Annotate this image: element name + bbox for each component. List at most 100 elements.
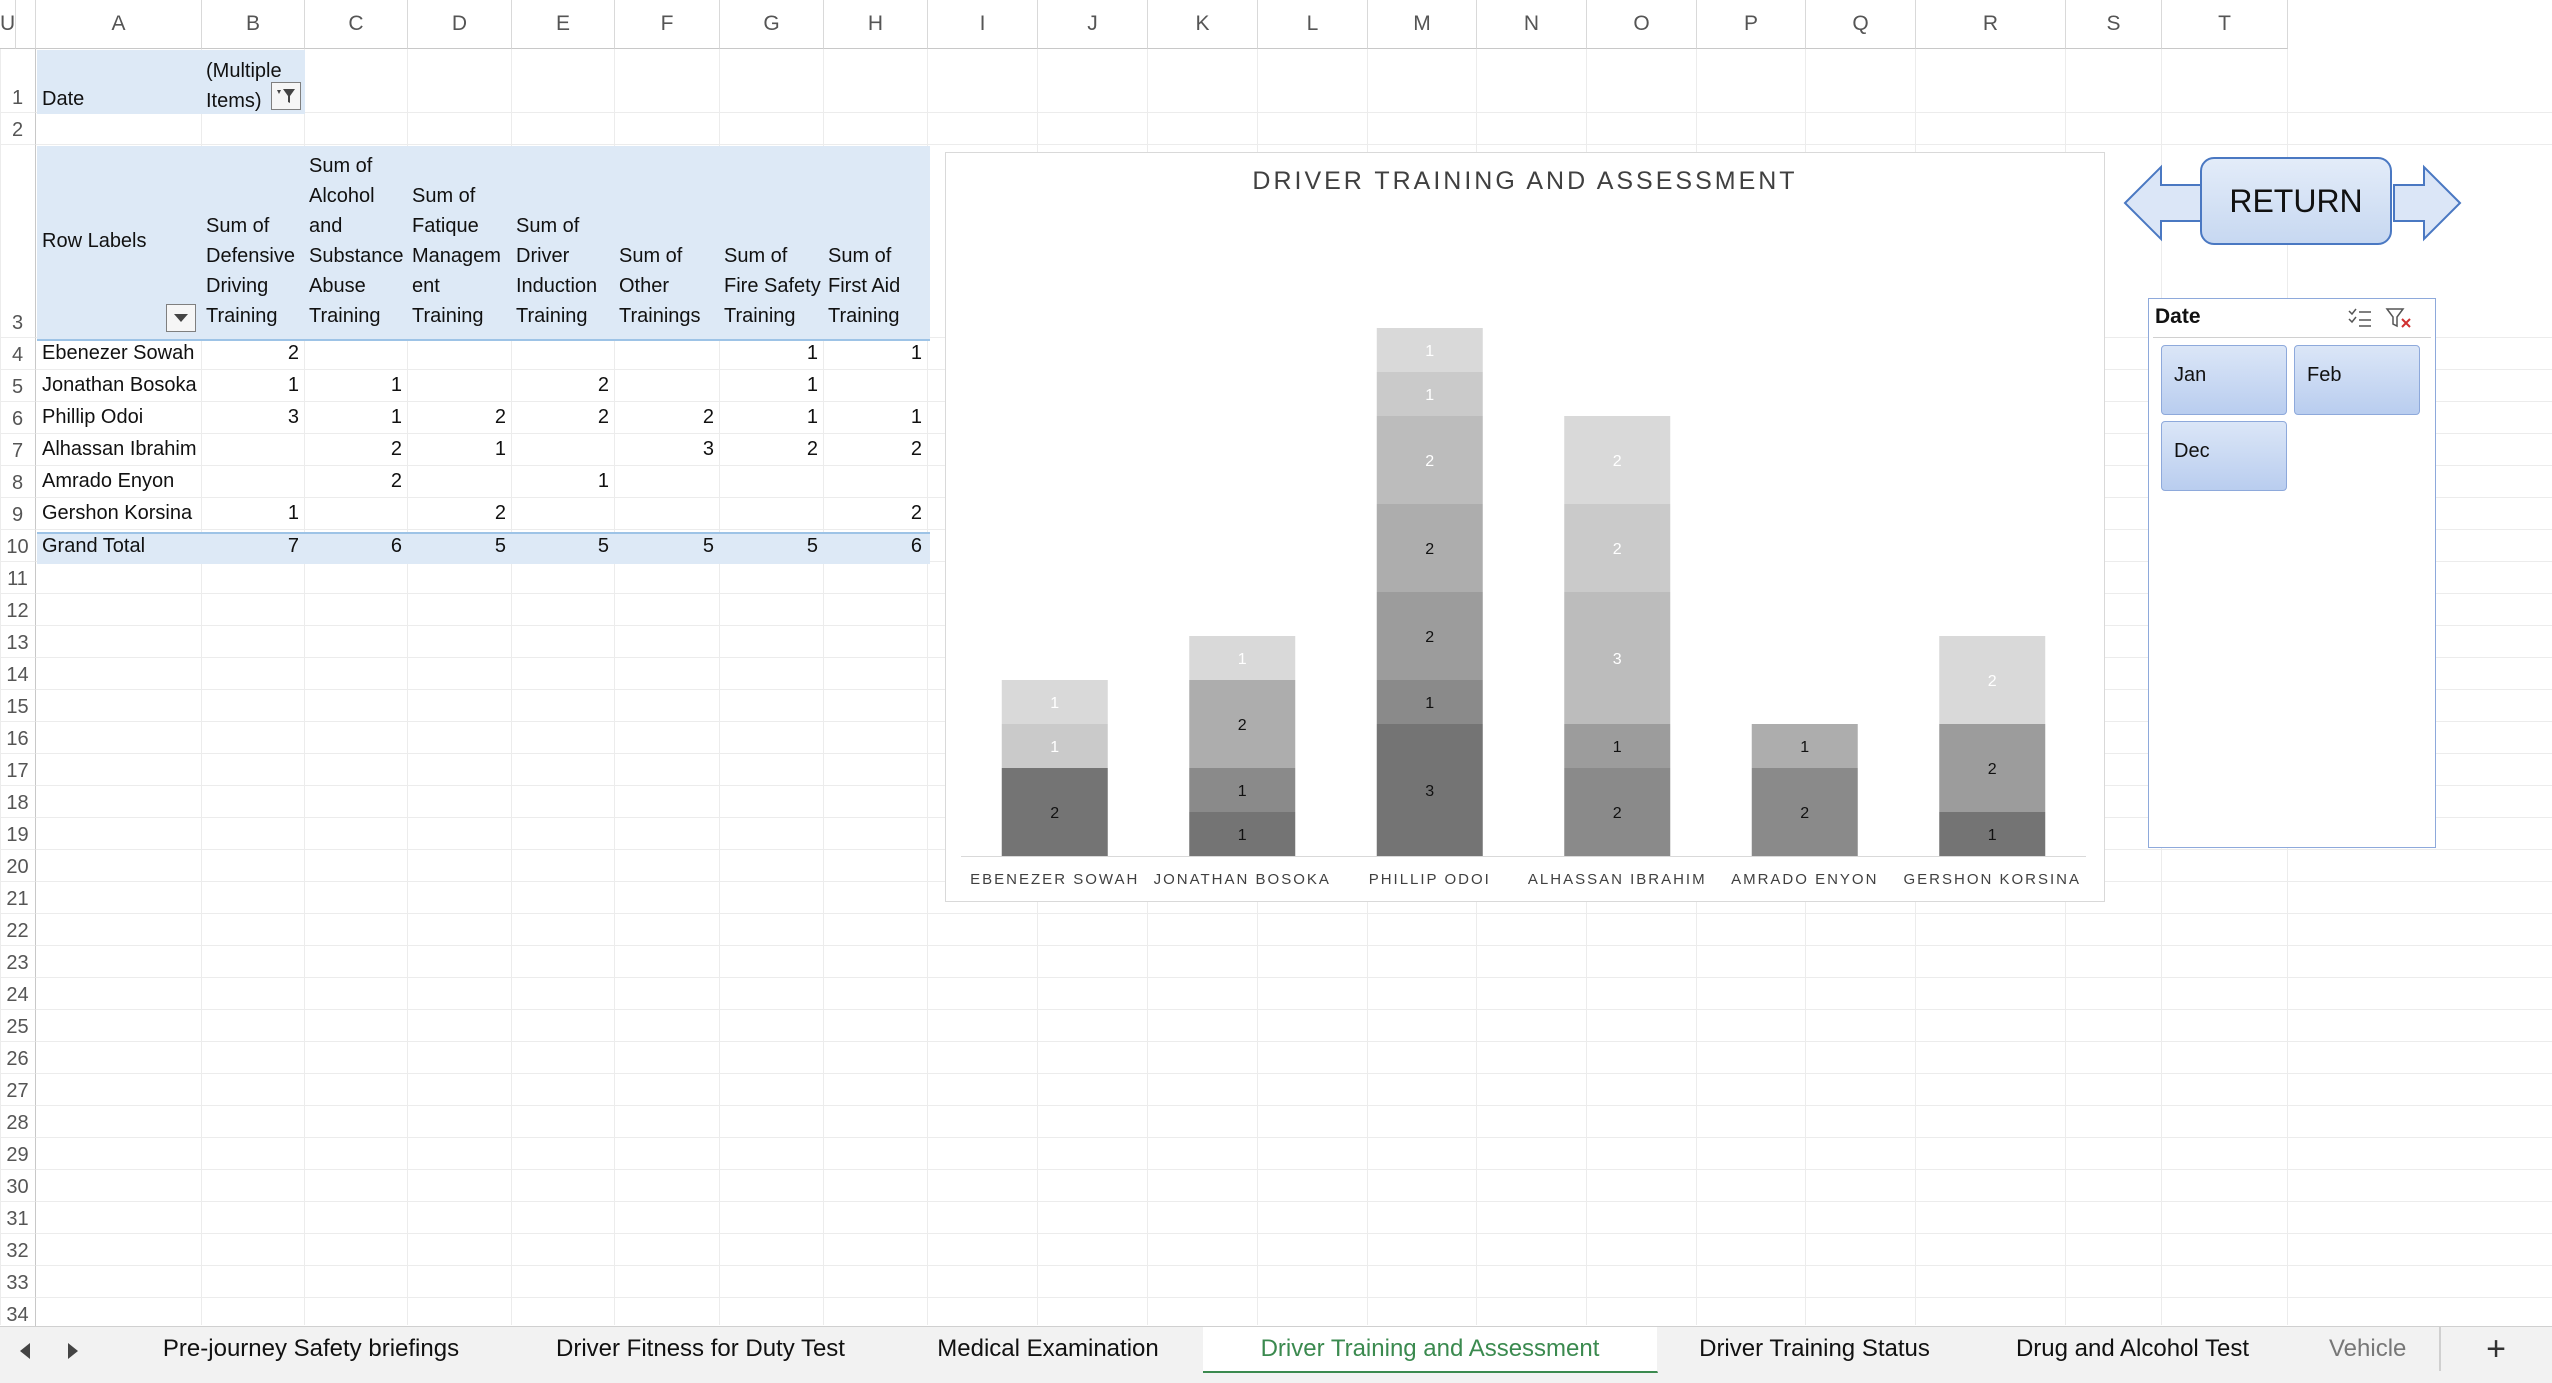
- pivot-value-cell[interactable]: 2: [202, 342, 299, 365]
- add-sheet-plus-icon[interactable]: +: [2440, 1327, 2551, 1371]
- pivot-value-cell[interactable]: 2: [615, 406, 714, 429]
- pivot-row-label[interactable]: Ebenezer Sowah: [42, 342, 194, 365]
- column-header[interactable]: I: [928, 0, 1038, 49]
- sheet-tab[interactable]: Driver Training Status: [1657, 1327, 1973, 1371]
- row-header[interactable]: 23: [0, 946, 36, 978]
- pivot-value-cell[interactable]: 1: [720, 342, 818, 365]
- column-header[interactable]: G: [720, 0, 824, 49]
- pivot-value-cell[interactable]: 2: [824, 438, 922, 461]
- column-header[interactable]: Q: [1806, 0, 1916, 49]
- pivot-row-label[interactable]: Alhassan Ibrahim: [42, 438, 197, 461]
- date-slicer[interactable]: Date Jan Feb Dec: [2148, 298, 2436, 848]
- row-labels-dropdown-button[interactable]: [166, 304, 196, 332]
- pivot-value-cell[interactable]: 1: [305, 406, 402, 429]
- row-header[interactable]: 24: [0, 978, 36, 1010]
- sheet-tab[interactable]: Medical Examination: [893, 1327, 1204, 1371]
- column-header[interactable]: A: [36, 0, 202, 49]
- column-header[interactable]: B: [202, 0, 305, 49]
- column-header[interactable]: L: [1258, 0, 1368, 49]
- column-header[interactable]: C: [305, 0, 408, 49]
- row-header[interactable]: 18: [0, 786, 36, 818]
- sheet-tab[interactable]: Drug and Alcohol Test: [1972, 1327, 2294, 1371]
- pivot-value-cell[interactable]: 1: [720, 406, 818, 429]
- pivot-row-label[interactable]: Gershon Korsina: [42, 502, 192, 525]
- pivot-value-cell[interactable]: 2: [305, 438, 402, 461]
- sheet-tab[interactable]: Pre-journey Safety briefings: [114, 1327, 509, 1371]
- column-header[interactable]: E: [512, 0, 615, 49]
- pivot-value-cell[interactable]: 2: [512, 374, 609, 397]
- pivot-value-cell[interactable]: 2: [305, 470, 402, 493]
- column-header[interactable]: N: [1477, 0, 1587, 49]
- row-header[interactable]: 21: [0, 882, 36, 914]
- pivot-value-cell[interactable]: 1: [408, 438, 506, 461]
- row-header[interactable]: 1: [0, 49, 36, 113]
- slicer-item-dec[interactable]: Dec: [2161, 421, 2287, 491]
- pivot-value-cell[interactable]: 2: [408, 502, 506, 525]
- return-button[interactable]: RETURN: [2200, 157, 2392, 245]
- pivot-value-cell[interactable]: 2: [512, 406, 609, 429]
- pivot-value-cell[interactable]: 2: [720, 438, 818, 461]
- row-header[interactable]: 9: [0, 498, 36, 530]
- pivot-value-cell[interactable]: 1: [305, 374, 402, 397]
- row-header[interactable]: 32: [0, 1234, 36, 1266]
- sheet-tab[interactable]: Driver Fitness for Duty Test: [508, 1327, 894, 1371]
- pivot-value-cell[interactable]: 3: [202, 406, 299, 429]
- row-header[interactable]: 16: [0, 722, 36, 754]
- clear-filter-icon[interactable]: [2385, 307, 2413, 334]
- column-header[interactable]: O: [1587, 0, 1697, 49]
- row-header[interactable]: 4: [0, 338, 36, 370]
- column-header[interactable]: K: [1148, 0, 1258, 49]
- column-header[interactable]: U: [0, 0, 17, 49]
- prev-sheet-arrow-icon[interactable]: [16, 1341, 34, 1366]
- pivot-row-label[interactable]: Amrado Enyon: [42, 470, 174, 493]
- pivot-value-cell[interactable]: 1: [720, 374, 818, 397]
- row-header[interactable]: 7: [0, 434, 36, 466]
- pivot-value-cell[interactable]: 2: [408, 406, 506, 429]
- row-header[interactable]: 14: [0, 658, 36, 690]
- pivot-filter-dropdown-button[interactable]: [271, 82, 301, 110]
- grand-total-cell[interactable]: 6: [305, 535, 402, 558]
- column-header[interactable]: S: [2066, 0, 2162, 49]
- grand-total-cell[interactable]: 6: [824, 535, 922, 558]
- row-header[interactable]: 15: [0, 690, 36, 722]
- column-header[interactable]: R: [1916, 0, 2066, 49]
- grand-total-cell[interactable]: 5: [720, 535, 818, 558]
- right-arrow-shape[interactable]: [2392, 163, 2462, 248]
- pivot-value-cell[interactable]: 1: [824, 406, 922, 429]
- row-header[interactable]: 17: [0, 754, 36, 786]
- slicer-item-feb[interactable]: Feb: [2294, 345, 2420, 415]
- row-header[interactable]: 8: [0, 466, 36, 498]
- stacked-bar-chart[interactable]: DRIVER TRAINING AND ASSESSMENT 2 1 1 EBENEZ…: [945, 152, 2105, 902]
- row-header[interactable]: 6: [0, 402, 36, 434]
- column-header[interactable]: D: [408, 0, 512, 49]
- row-header[interactable]: 22: [0, 914, 36, 946]
- slicer-item-jan[interactable]: Jan: [2161, 345, 2287, 415]
- row-header[interactable]: 12: [0, 594, 36, 626]
- pivot-value-cell[interactable]: 1: [202, 502, 299, 525]
- grand-total-cell[interactable]: 7: [202, 535, 299, 558]
- row-header[interactable]: 31: [0, 1202, 36, 1234]
- row-header[interactable]: 28: [0, 1106, 36, 1138]
- sheet-tab[interactable]: Driver Training and Assessment: [1203, 1327, 1658, 1373]
- grand-total-cell[interactable]: 5: [408, 535, 506, 558]
- row-header[interactable]: 20: [0, 850, 36, 882]
- row-header[interactable]: 10: [0, 530, 36, 562]
- column-header[interactable]: H: [824, 0, 928, 49]
- row-header[interactable]: 2: [0, 113, 36, 145]
- column-header[interactable]: J: [1038, 0, 1148, 49]
- grand-total-cell[interactable]: 5: [615, 535, 714, 558]
- pivot-row-label[interactable]: Phillip Odoi: [42, 406, 143, 429]
- row-header[interactable]: 19: [0, 818, 36, 850]
- pivot-value-cell[interactable]: 2: [824, 502, 922, 525]
- pivot-value-cell[interactable]: 1: [202, 374, 299, 397]
- sheet-tab[interactable]: Vehicle: [2293, 1327, 2440, 1371]
- column-header[interactable]: P: [1697, 0, 1806, 49]
- row-header[interactable]: 33: [0, 1266, 36, 1298]
- row-header[interactable]: 26: [0, 1042, 36, 1074]
- row-header[interactable]: 11: [0, 562, 36, 594]
- pivot-value-cell[interactable]: 1: [512, 470, 609, 493]
- row-header[interactable]: 30: [0, 1170, 36, 1202]
- left-arrow-shape[interactable]: [2123, 163, 2203, 248]
- row-header[interactable]: 29: [0, 1138, 36, 1170]
- row-header[interactable]: 27: [0, 1074, 36, 1106]
